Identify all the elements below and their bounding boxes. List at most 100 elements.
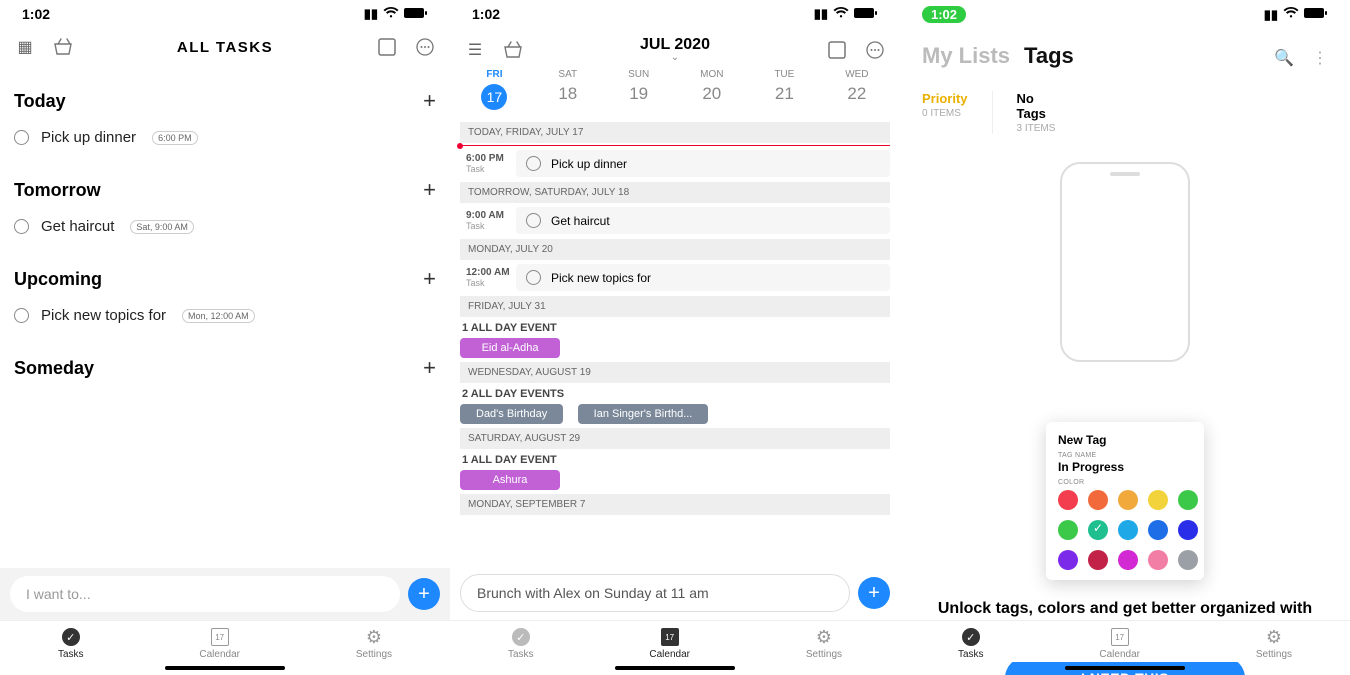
agenda-task[interactable]: 6:00 PMTask Pick up dinner bbox=[460, 149, 890, 178]
add-tomorrow-button[interactable]: + bbox=[423, 177, 436, 203]
divider bbox=[992, 91, 993, 134]
status-right: ▮▮ bbox=[364, 6, 428, 22]
tab-label: Tasks bbox=[58, 649, 84, 660]
tab-bar: ✓ Tasks 17 Calendar ⚙ Settings bbox=[0, 620, 450, 662]
quick-add-input[interactable]: Brunch with Alex on Sunday at 11 am bbox=[460, 574, 850, 612]
color-swatch[interactable] bbox=[1088, 490, 1108, 510]
add-someday-button[interactable]: + bbox=[423, 355, 436, 381]
color-swatch[interactable] bbox=[1178, 520, 1198, 540]
agenda-header: SATURDAY, AUGUST 29 bbox=[460, 428, 890, 449]
status-bar: 1:02 ▮▮ bbox=[450, 0, 900, 24]
color-swatch[interactable] bbox=[1058, 490, 1078, 510]
event-pill[interactable]: Dad's Birthday bbox=[460, 404, 563, 424]
day-mon[interactable]: MON20 bbox=[700, 69, 723, 110]
color-swatch[interactable] bbox=[1148, 550, 1168, 570]
basket-icon[interactable] bbox=[52, 36, 74, 58]
day-tue[interactable]: TUE21 bbox=[774, 69, 794, 110]
section-title: Someday bbox=[14, 358, 94, 379]
calendar-icon: 17 bbox=[210, 627, 230, 647]
tab-my-lists[interactable]: My Lists bbox=[922, 43, 1010, 69]
tab-tasks[interactable]: ✓ Tasks bbox=[958, 627, 984, 660]
phone-illustration bbox=[1060, 162, 1190, 362]
add-upcoming-button[interactable]: + bbox=[423, 266, 436, 292]
task-checkbox[interactable] bbox=[526, 213, 541, 228]
color-swatch[interactable] bbox=[1058, 520, 1078, 540]
quick-add-input[interactable]: I want to... bbox=[10, 576, 400, 612]
task-checkbox[interactable] bbox=[14, 308, 29, 323]
more-icon[interactable]: ⋮ bbox=[1312, 48, 1328, 68]
day-sat[interactable]: SAT18 bbox=[558, 69, 577, 110]
color-swatch[interactable] bbox=[1148, 490, 1168, 510]
tab-calendar[interactable]: 17 Calendar bbox=[1099, 627, 1140, 660]
col-no-tags[interactable]: NoTags 3 ITEMS bbox=[1017, 91, 1056, 134]
header: My Lists Tags 🔍 ⋮ bbox=[900, 25, 1350, 73]
home-indicator bbox=[165, 666, 285, 670]
header: ▦ ALL TASKS bbox=[0, 24, 450, 66]
tab-settings[interactable]: ⚙ Settings bbox=[806, 627, 842, 660]
task-badge: 6:00 PM bbox=[152, 131, 198, 145]
tab-tasks[interactable]: ✓ Tasks bbox=[508, 627, 534, 660]
home-indicator bbox=[1065, 666, 1185, 670]
tab-tasks[interactable]: ✓ Tasks bbox=[58, 627, 84, 660]
agenda-task[interactable]: 9:00 AMTask Get haircut bbox=[460, 206, 890, 235]
search-icon[interactable]: 🔍 bbox=[1274, 48, 1294, 68]
grid-icon[interactable]: ▦ bbox=[14, 36, 36, 58]
tab-tags[interactable]: Tags bbox=[1024, 43, 1074, 69]
agenda-task[interactable]: 12:00 AMTask Pick new topics for bbox=[460, 263, 890, 292]
status-time-pill: 1:02 bbox=[922, 6, 966, 23]
color-swatch[interactable] bbox=[1178, 490, 1198, 510]
color-swatch[interactable] bbox=[1088, 550, 1108, 570]
color-swatch[interactable] bbox=[1118, 550, 1138, 570]
quick-add-button[interactable]: + bbox=[858, 577, 890, 609]
more-icon[interactable] bbox=[864, 39, 886, 61]
quick-add-button[interactable]: + bbox=[408, 578, 440, 610]
tab-settings[interactable]: ⚙ Settings bbox=[356, 627, 392, 660]
agenda-header: MONDAY, SEPTEMBER 7 bbox=[460, 494, 890, 515]
menu-icon[interactable]: ☰ bbox=[464, 39, 486, 61]
more-icon[interactable] bbox=[414, 36, 436, 58]
allday-label: 2 ALL DAY EVENTS bbox=[460, 383, 890, 404]
color-swatch[interactable] bbox=[1118, 520, 1138, 540]
tab-calendar[interactable]: 17 Calendar bbox=[199, 627, 240, 660]
task-row[interactable]: Get haircut Sat, 9:00 AM bbox=[14, 209, 436, 244]
color-swatch-selected[interactable] bbox=[1088, 520, 1108, 540]
task-row[interactable]: Pick up dinner 6:00 PM bbox=[14, 120, 436, 155]
agenda-header: TOMORROW, SATURDAY, JULY 18 bbox=[460, 182, 890, 203]
color-swatch[interactable] bbox=[1148, 520, 1168, 540]
gear-icon: ⚙ bbox=[364, 627, 384, 647]
tab-settings[interactable]: ⚙ Settings bbox=[1256, 627, 1292, 660]
wifi-icon bbox=[1283, 7, 1299, 22]
color-swatch[interactable] bbox=[1058, 550, 1078, 570]
event-pill[interactable]: Ian Singer's Birthd... bbox=[578, 404, 709, 424]
status-bar: 1:02 ▮▮ bbox=[900, 0, 1350, 25]
task-checkbox[interactable] bbox=[526, 156, 541, 171]
color-swatch[interactable] bbox=[1178, 550, 1198, 570]
week-selector: FRI17 SAT18 SUN19 MON20 TUE21 WED22 bbox=[450, 65, 900, 118]
task-checkbox[interactable] bbox=[526, 270, 541, 285]
tab-bar: ✓ Tasks 17 Calendar ⚙ Settings bbox=[900, 620, 1350, 662]
task-checkbox[interactable] bbox=[14, 130, 29, 145]
screen-calendar: 1:02 ▮▮ ☰ JUL 2020 ⌄ FRI17 SAT18 SUN19 M… bbox=[450, 0, 900, 675]
day-sun[interactable]: SUN19 bbox=[628, 69, 649, 110]
status-right: ▮▮ bbox=[814, 6, 878, 22]
col-priority[interactable]: Priority 0 ITEMS bbox=[922, 91, 968, 134]
section-tomorrow: Tomorrow + bbox=[14, 155, 436, 209]
color-swatch[interactable] bbox=[1118, 490, 1138, 510]
add-today-button[interactable]: + bbox=[423, 88, 436, 114]
task-checkbox[interactable] bbox=[14, 219, 29, 234]
square-icon[interactable] bbox=[826, 39, 848, 61]
tab-calendar[interactable]: 17 Calendar bbox=[649, 627, 690, 660]
day-fri[interactable]: FRI17 bbox=[481, 69, 507, 110]
day-wed[interactable]: WED22 bbox=[845, 69, 868, 110]
task-text: Pick up dinner bbox=[41, 129, 136, 146]
event-pill[interactable]: Ashura bbox=[460, 470, 560, 490]
task-badge: Mon, 12:00 AM bbox=[182, 309, 255, 323]
event-pill[interactable]: Eid al-Adha bbox=[460, 338, 560, 358]
task-row[interactable]: Pick new topics for Mon, 12:00 AM bbox=[14, 298, 436, 333]
status-bar: 1:02 ▮▮ bbox=[0, 0, 450, 24]
square-icon[interactable] bbox=[376, 36, 398, 58]
battery-icon bbox=[1304, 7, 1328, 22]
basket-icon[interactable] bbox=[502, 39, 524, 61]
screen-tasks: 1:02 ▮▮ ▦ ALL TASKS Today + bbox=[0, 0, 450, 675]
section-someday: Someday + bbox=[14, 333, 436, 387]
